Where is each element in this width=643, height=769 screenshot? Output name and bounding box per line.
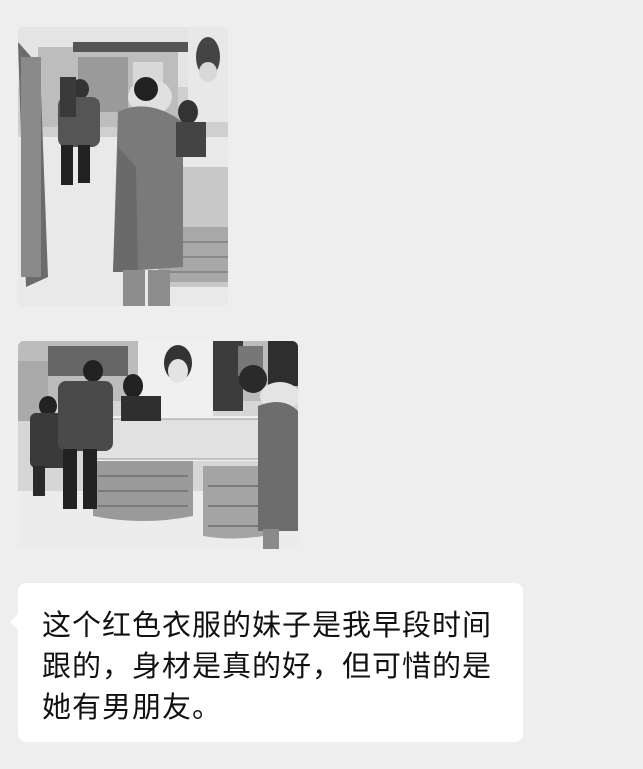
text-message-bubble[interactable]: 这个红色衣服的妹子是我早段时间跟的，身材是真的好，但可惜的是她有男朋友。 [10,583,523,742]
store-photo-2 [18,341,298,549]
chat-message-list: 这个红色衣服的妹子是我早段时间跟的，身材是真的好，但可惜的是她有男朋友。 [0,0,643,769]
image-message-2[interactable] [18,341,298,549]
image-message-1[interactable] [18,27,228,306]
store-photo-1 [18,27,228,306]
bubble-tail [10,613,19,631]
message-text: 这个红色衣服的妹子是我早段时间跟的，身材是真的好，但可惜的是她有男朋友。 [42,608,493,724]
